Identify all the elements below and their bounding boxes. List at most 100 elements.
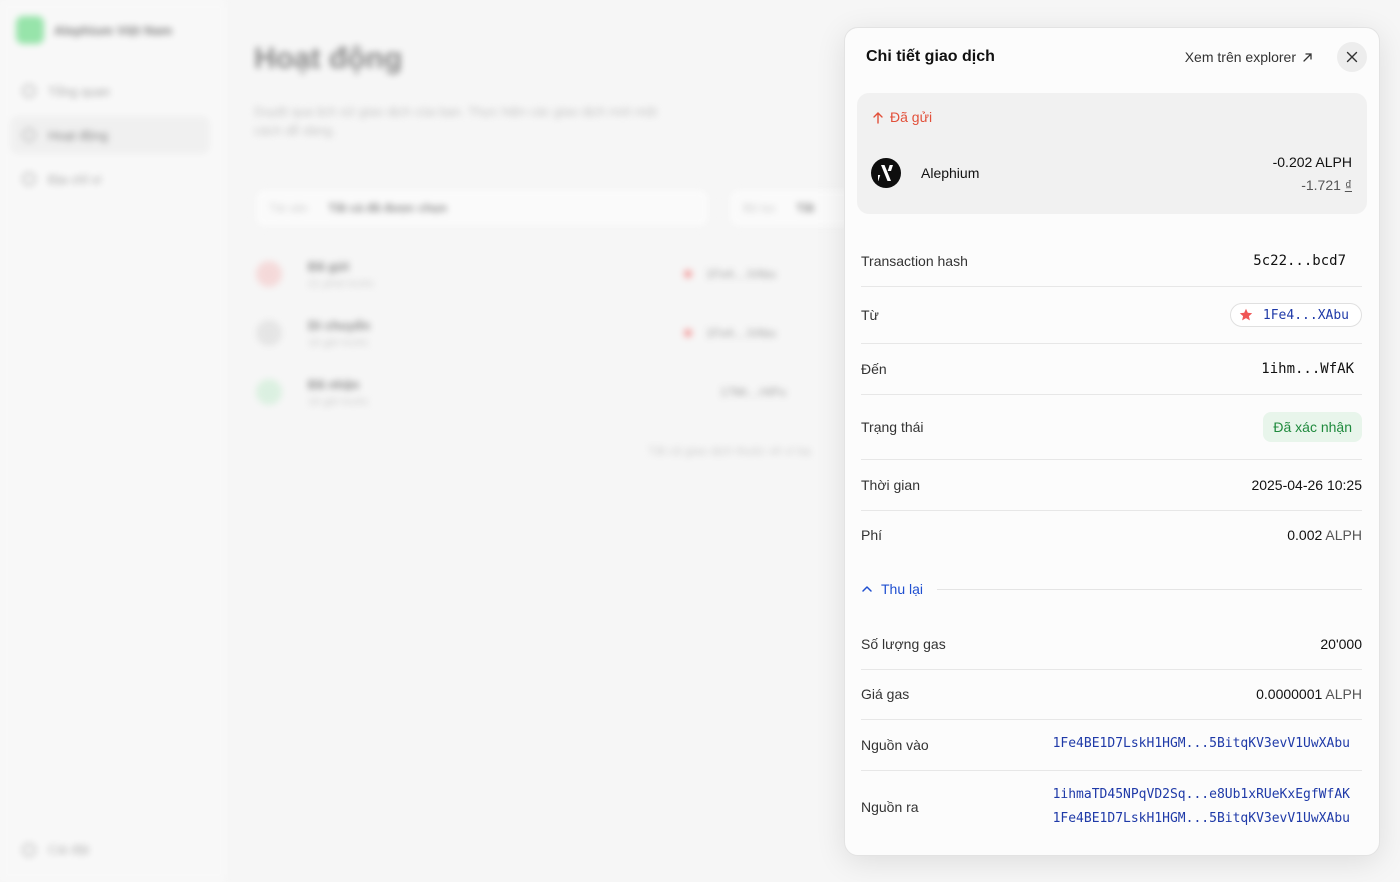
fee-row: Phí 0.002 ALPH xyxy=(861,511,1362,561)
sidebar-item-addresses[interactable]: Địa chỉ ví xyxy=(10,160,210,198)
inputs-list: 1Fe4BE1D7LskH1HGM...5BitqKV3evV1UwXAbu xyxy=(1053,732,1350,756)
sidebar-nav: Tổng quan Hoạt động Địa chỉ ví xyxy=(10,72,210,204)
asset-filter-label: Tài sản xyxy=(269,201,309,215)
output-address[interactable]: 1ihmaTD45NPqVD2Sq...e8Ub1xRUeKxEgfWfAK xyxy=(1053,783,1350,807)
swap-icon xyxy=(256,320,282,346)
status-badge: Đã xác nhận xyxy=(1263,412,1362,442)
gas-price-value: 0.0000001 ALPH xyxy=(1256,686,1362,702)
fiat-currency: ₫ xyxy=(1344,177,1352,193)
token-amount: -0.202 ALPH xyxy=(1272,154,1352,170)
fiat-value: -1.721 xyxy=(1301,177,1341,193)
token-name: Alephium xyxy=(921,165,980,181)
arrow-down-icon xyxy=(256,379,282,405)
time-value: 2025-04-26 10:25 xyxy=(1251,477,1362,493)
gas-price-row: Giá gas 0.0000001 ALPH xyxy=(861,670,1362,720)
sidebar: Alephium Việt Nam Tổng quan Hoạt động Đị… xyxy=(0,0,228,882)
footer-note: Tất cả giao dịch thuộc về ví bạ xyxy=(648,444,811,458)
outputs-label: Nguồn ra xyxy=(861,799,919,815)
wallet-icon xyxy=(22,172,36,186)
output-address[interactable]: 1Fe4BE1D7LskH1HGM...5BitqKV3evV1UwXAbu xyxy=(1053,807,1350,831)
arrow-up-icon xyxy=(873,111,883,124)
drawer-title: Chi tiết giao dịch xyxy=(866,48,995,65)
to-label: Đến xyxy=(861,361,887,377)
brand[interactable]: Alephium Việt Nam xyxy=(16,16,172,44)
external-link-icon xyxy=(1303,52,1312,62)
table-row[interactable]: Di chuyển 16 giờ trước 1Fe4....XAbu xyxy=(254,313,874,353)
brand-name: Alephium Việt Nam xyxy=(54,22,173,38)
alephium-logo-icon xyxy=(871,158,901,188)
explorer-link-label: Xem trên explorer xyxy=(1184,49,1296,65)
transaction-details-drawer: Chi tiết giao dịch Xem trên explorer Đã … xyxy=(844,27,1380,856)
status-label: Trạng thái xyxy=(861,419,924,435)
from-row: Từ 1Fe4...XAbu xyxy=(861,287,1362,344)
fee-value: 0.002 ALPH xyxy=(1287,527,1362,543)
close-button[interactable] xyxy=(1337,42,1367,72)
gear-icon xyxy=(22,842,36,857)
transaction-summary-card: Đã gửi Alephium -0.202 ALPH -1.721 ₫ xyxy=(857,93,1367,214)
tx-address: 1Fe4....XAbu xyxy=(706,326,777,340)
gas-price-amount: 0.0000001 xyxy=(1256,686,1323,702)
inputs-row: Nguồn vào 1Fe4BE1D7LskH1HGM...5BitqKV3ev… xyxy=(861,720,1362,771)
sidebar-item-overview[interactable]: Tổng quan xyxy=(10,72,210,110)
gas-price-label: Giá gas xyxy=(861,686,910,702)
star-icon xyxy=(684,270,692,278)
sidebar-item-label: Hoạt động xyxy=(48,127,108,143)
gas-amount-value: 20'000 xyxy=(1320,636,1362,652)
tx-time: 16 giờ trước xyxy=(308,395,369,408)
transaction-hash-row: Transaction hash 5c22...bcd7 xyxy=(861,214,1362,287)
collapse-details-button[interactable]: Thu lại xyxy=(861,579,1362,599)
close-icon xyxy=(1346,51,1358,63)
sidebar-item-label: Tổng quan xyxy=(48,83,111,99)
divider xyxy=(937,588,1362,590)
direction-label: Đã gửi xyxy=(872,109,932,125)
from-label: Từ xyxy=(861,307,879,323)
home-icon xyxy=(22,84,36,98)
tx-time: 16 giờ trước xyxy=(308,336,369,349)
drawer-header: Chi tiết giao dịch Xem trên explorer xyxy=(845,28,1379,92)
sidebar-item-activity[interactable]: Hoạt động xyxy=(10,116,210,154)
fee-amount: 0.002 xyxy=(1287,527,1323,543)
chevron-up-icon xyxy=(862,586,872,592)
time-row: Thời gian 2025-04-26 10:25 xyxy=(861,460,1362,511)
tx-type: Di chuyển xyxy=(308,317,371,333)
settings-button[interactable]: Cài đặt xyxy=(22,842,89,857)
transaction-hash-label: Transaction hash xyxy=(861,253,968,269)
to-row: Đến 1ihm...WfAK xyxy=(861,344,1362,395)
tx-address: 17Mr....HiPu xyxy=(720,385,787,399)
page-title: Hoạt động xyxy=(254,42,403,75)
star-icon xyxy=(1239,308,1253,321)
tx-time: 21 phút trước xyxy=(308,277,375,290)
brand-logo-icon xyxy=(16,16,44,44)
to-address[interactable]: 1ihm...WfAK xyxy=(1261,361,1354,377)
direction-text: Đã gửi xyxy=(890,109,933,125)
explorer-link[interactable]: Xem trên explorer xyxy=(1185,49,1313,65)
arrow-up-icon xyxy=(256,261,282,287)
outputs-list: 1ihmaTD45NPqVD2Sq...e8Ub1xRUeKxEgfWfAK 1… xyxy=(1053,783,1350,831)
gas-amount-row: Số lượng gas 20'000 xyxy=(861,619,1362,670)
table-row[interactable]: Đã nhận 16 giờ trước 17Mr....HiPu xyxy=(254,372,874,412)
collapse-label: Thu lại xyxy=(881,581,924,597)
type-filter-value: Tất xyxy=(796,201,815,215)
tx-type: Đã nhận xyxy=(308,376,360,392)
gas-price-unit: ALPH xyxy=(1325,686,1362,702)
gas-amount-label: Số lượng gas xyxy=(861,636,946,652)
type-filter-label: Bộ lọc xyxy=(743,201,777,215)
fee-label: Phí xyxy=(861,527,883,543)
page-subtitle: Duyệt qua lịch sử giao dịch của bạn. Thự… xyxy=(254,104,657,138)
clock-icon xyxy=(22,128,36,142)
status-row: Trạng thái Đã xác nhận xyxy=(861,395,1362,460)
asset-filter[interactable]: Tài sản Tất cả đã được chọn xyxy=(254,188,710,228)
from-address: 1Fe4...XAbu xyxy=(1262,307,1349,323)
tx-address: 1Fe4....XAbu xyxy=(706,267,777,281)
from-address-pill[interactable]: 1Fe4...XAbu xyxy=(1229,303,1362,327)
star-icon xyxy=(684,329,692,337)
asset-filter-value: Tất cả đã được chọn xyxy=(328,201,447,215)
input-address[interactable]: 1Fe4BE1D7LskH1HGM...5BitqKV3evV1UwXAbu xyxy=(1053,732,1350,756)
transaction-hash-value[interactable]: 5c22...bcd7 xyxy=(1253,253,1346,269)
outputs-row: Nguồn ra 1ihmaTD45NPqVD2Sq...e8Ub1xRUeKx… xyxy=(861,771,1362,851)
fiat-amount: -1.721 ₫ xyxy=(1301,177,1352,193)
settings-label: Cài đặt xyxy=(48,842,90,857)
inputs-label: Nguồn vào xyxy=(861,737,929,753)
table-row[interactable]: Đã gửi 21 phút trước 1Fe4....XAbu xyxy=(254,254,874,294)
tx-type: Đã gửi xyxy=(308,258,350,274)
